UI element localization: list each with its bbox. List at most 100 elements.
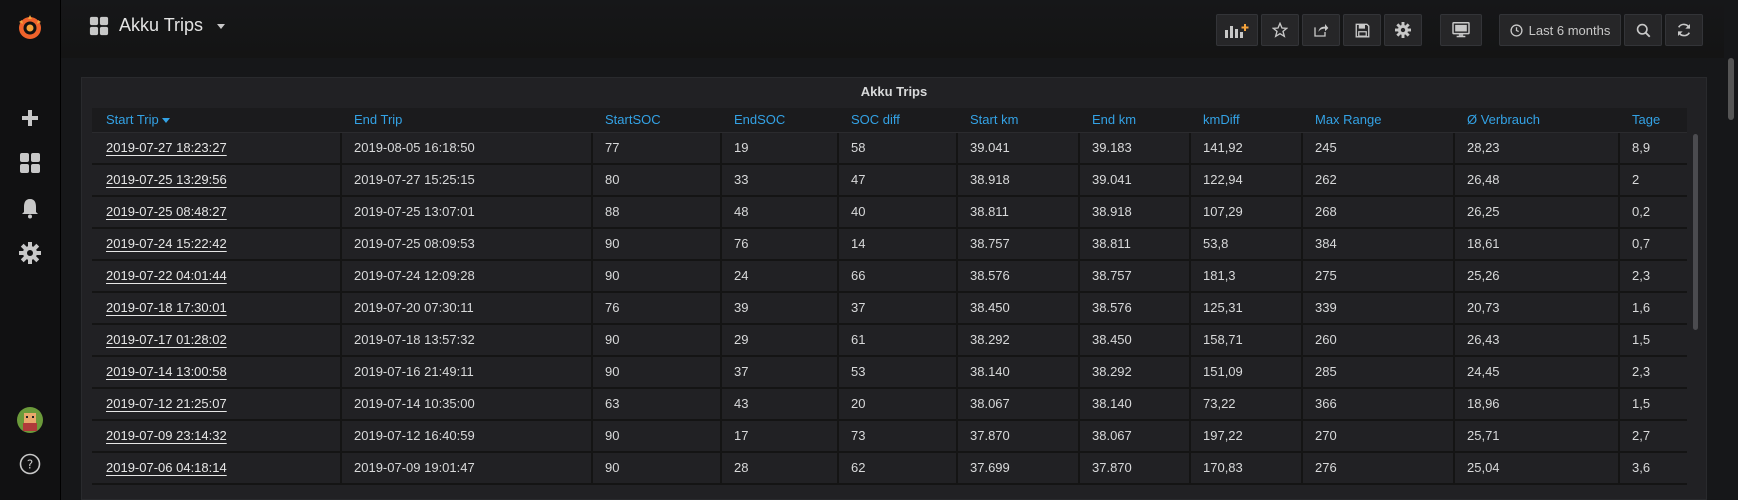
- dashboard-picker[interactable]: Akku Trips: [89, 15, 226, 36]
- start-trip-link[interactable]: 2019-07-25 08:48:27: [106, 197, 227, 227]
- column-divider: [340, 261, 342, 291]
- page-scrollbar[interactable]: [1724, 0, 1738, 500]
- column-divider: [720, 357, 722, 387]
- column-header[interactable]: Max Range: [1315, 112, 1381, 127]
- avatar[interactable]: [0, 400, 60, 440]
- table-cell: 38.140: [1092, 396, 1132, 411]
- column-divider: [720, 165, 722, 195]
- star-button[interactable]: [1261, 14, 1299, 46]
- column-divider: [1189, 165, 1191, 195]
- clock-icon: [1510, 23, 1523, 37]
- table-cell: 8,9: [1632, 140, 1651, 155]
- save-button[interactable]: [1343, 14, 1381, 46]
- gear-icon[interactable]: [0, 233, 60, 273]
- start-trip-link[interactable]: 2019-07-25 13:29:56: [106, 165, 227, 195]
- column-divider: [340, 293, 342, 323]
- column-divider: [591, 133, 593, 163]
- table-cell: 53: [851, 364, 866, 379]
- tv-mode-button[interactable]: [1440, 14, 1482, 46]
- column-divider: [1078, 389, 1080, 419]
- sort-desc-icon: [161, 118, 170, 124]
- column-divider: [1618, 421, 1620, 451]
- column-divider: [591, 325, 593, 355]
- start-trip-link[interactable]: 2019-07-17 01:28:02: [106, 325, 227, 355]
- column-divider: [1453, 357, 1455, 387]
- plus-icon[interactable]: [0, 98, 60, 138]
- star-icon: [1272, 22, 1288, 38]
- time-range-picker[interactable]: Last 6 months: [1499, 14, 1621, 46]
- start-trip-link[interactable]: 2019-07-27 18:23:27: [106, 133, 227, 163]
- column-divider: [1453, 165, 1455, 195]
- column-header[interactable]: kmDiff: [1203, 112, 1240, 127]
- table-cell: 90: [605, 460, 620, 475]
- page-scrollbar-thumb[interactable]: [1728, 58, 1734, 120]
- column-header[interactable]: Start Trip: [106, 112, 170, 127]
- column-divider: [591, 229, 593, 259]
- column-divider: [1078, 453, 1080, 483]
- table-cell: 37.870: [970, 428, 1010, 443]
- table-cell: 88: [605, 204, 620, 219]
- table-cell: 285: [1315, 364, 1337, 379]
- table-cell: 61: [851, 332, 866, 347]
- start-trip-link[interactable]: 2019-07-12 21:25:07: [106, 389, 227, 419]
- table-body: 2019-07-27 18:23:27 2019-08-05 16:18:50 77…: [92, 133, 1687, 485]
- table-cell: 40: [851, 204, 866, 219]
- share-button[interactable]: [1302, 14, 1340, 46]
- add-panel-button[interactable]: [1216, 14, 1258, 46]
- grafana-logo-icon[interactable]: [0, 6, 60, 50]
- start-trip-link[interactable]: 2019-07-09 23:14:32: [106, 421, 227, 451]
- dashboards-icon[interactable]: [0, 143, 60, 183]
- start-trip-link[interactable]: 2019-07-24 15:22:42: [106, 229, 227, 259]
- column-header[interactable]: Ø Verbrauch: [1467, 112, 1540, 127]
- table-cell: 29: [734, 332, 749, 347]
- table-cell: 37.870: [1092, 460, 1132, 475]
- refresh-button[interactable]: [1665, 14, 1703, 46]
- table-cell: 38.292: [970, 332, 1010, 347]
- start-trip-link[interactable]: 2019-07-14 13:00:58: [106, 357, 227, 387]
- column-header[interactable]: Tage: [1632, 112, 1660, 127]
- table-scrollbar[interactable]: [1693, 134, 1698, 330]
- table-cell: 25,26: [1467, 268, 1500, 283]
- help-icon[interactable]: ?: [0, 444, 60, 484]
- column-divider: [591, 453, 593, 483]
- panel-title[interactable]: Akku Trips: [82, 84, 1706, 99]
- zoom-out-button[interactable]: [1624, 14, 1662, 46]
- table-cell: 37: [851, 300, 866, 315]
- column-divider: [720, 261, 722, 291]
- bell-icon[interactable]: [0, 188, 60, 228]
- table-cell: 0,2: [1632, 204, 1651, 219]
- start-trip-link[interactable]: 2019-07-18 17:30:01: [106, 293, 227, 323]
- table-cell: 66: [851, 268, 866, 283]
- column-divider: [720, 421, 722, 451]
- table-cell: 43: [734, 396, 749, 411]
- time-range-label: Last 6 months: [1528, 22, 1611, 38]
- column-divider: [340, 229, 342, 259]
- column-divider: [1189, 261, 1191, 291]
- svg-text:?: ?: [27, 458, 33, 472]
- table-cell: 28: [734, 460, 749, 475]
- column-divider: [1301, 261, 1303, 291]
- column-header[interactable]: End km: [1092, 112, 1136, 127]
- column-divider: [1189, 229, 1191, 259]
- column-divider: [720, 389, 722, 419]
- column-header[interactable]: StartSOC: [605, 112, 661, 127]
- column-divider: [720, 293, 722, 323]
- column-header[interactable]: SOC diff: [851, 112, 900, 127]
- column-divider: [1618, 325, 1620, 355]
- column-divider: [1301, 421, 1303, 451]
- column-header[interactable]: EndSOC: [734, 112, 785, 127]
- column-divider: [1189, 421, 1191, 451]
- start-trip-link[interactable]: 2019-07-06 04:18:14: [106, 453, 227, 483]
- table-cell: 58: [851, 140, 866, 155]
- column-divider: [1618, 453, 1620, 483]
- column-header[interactable]: Start km: [970, 112, 1018, 127]
- start-trip-link[interactable]: 2019-07-22 04:01:44: [106, 261, 227, 291]
- table-cell: 62: [851, 460, 866, 475]
- column-header-label: Start km: [970, 112, 1019, 127]
- column-divider: [837, 453, 839, 483]
- column-divider: [837, 261, 839, 291]
- column-divider: [591, 389, 593, 419]
- column-divider: [591, 197, 593, 227]
- column-header[interactable]: End Trip: [354, 112, 402, 127]
- settings-button[interactable]: [1384, 14, 1422, 46]
